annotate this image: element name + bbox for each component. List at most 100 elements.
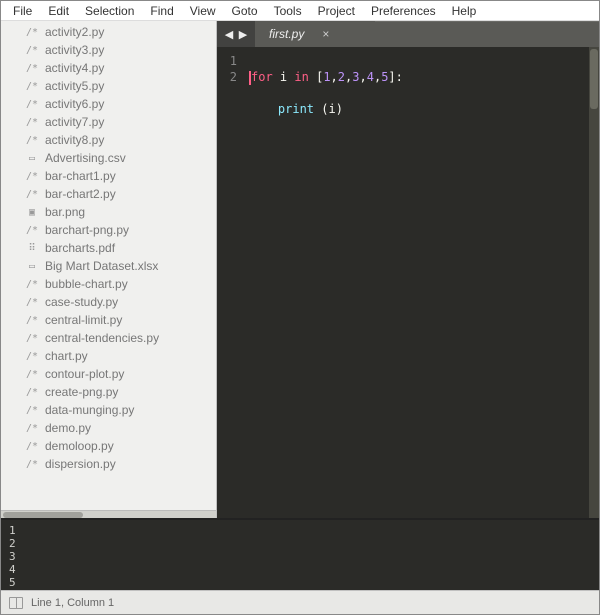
code-file-icon: /*	[25, 225, 39, 236]
file-label: barchart-png.py	[45, 223, 129, 237]
menu-tools[interactable]: Tools	[266, 2, 310, 20]
file-label: activity5.py	[45, 79, 104, 93]
menu-file[interactable]: File	[5, 2, 40, 20]
file-label: bar.png	[45, 205, 85, 219]
file-label: activity7.py	[45, 115, 104, 129]
file-item[interactable]: /* data-munging.py	[25, 401, 216, 419]
file-item[interactable]: ▭ Big Mart Dataset.xlsx	[25, 257, 216, 275]
code-file-icon: /*	[25, 387, 39, 398]
file-item[interactable]: /* bar-chart1.py	[25, 167, 216, 185]
code-file-icon: /*	[25, 459, 39, 470]
code-file-icon: /*	[25, 369, 39, 380]
cursor-position: Line 1, Column 1	[31, 597, 114, 609]
tab-bar-empty	[375, 21, 599, 47]
sidebar-scrollbar[interactable]	[1, 510, 216, 518]
menu-goto[interactable]: Goto	[224, 2, 266, 20]
code-file-icon: /*	[25, 135, 39, 146]
editor-area: ◀ ▶ first.py × 1 2 for i in [1,2,3,4,5]:…	[217, 21, 599, 518]
file-item[interactable]: ▣ bar.png	[25, 203, 216, 221]
file-label: case-study.py	[45, 295, 118, 309]
file-item[interactable]: /* demoloop.py	[25, 437, 216, 455]
img-file-icon: ▣	[25, 207, 39, 218]
file-label: chart.py	[45, 349, 88, 363]
code-file-icon: /*	[25, 315, 39, 326]
file-label: bar-chart1.py	[45, 169, 116, 183]
file-label: central-tendencies.py	[45, 331, 159, 345]
file-item[interactable]: /* create-png.py	[25, 383, 216, 401]
tab-back-icon[interactable]: ◀	[223, 28, 235, 41]
file-item[interactable]: /* activity3.py	[25, 41, 216, 59]
menu-project[interactable]: Project	[310, 2, 363, 20]
file-label: activity8.py	[45, 133, 104, 147]
file-item[interactable]: ⠿barcharts.pdf	[25, 239, 216, 257]
code-file-icon: /*	[25, 63, 39, 74]
code-file-icon: /*	[25, 81, 39, 92]
line-number: 1	[217, 53, 237, 69]
console-panel[interactable]: 1 2 3 4 5 [Finished in 6.5s]	[1, 518, 599, 590]
file-label: Advertising.csv	[45, 151, 126, 165]
code-file-icon: /*	[25, 333, 39, 344]
content-area: /*activity2.py/*activity3.py/*activity4.…	[1, 21, 599, 518]
file-item[interactable]: /*demo.py	[25, 419, 216, 437]
status-bar: Line 1, Column 1	[1, 590, 599, 614]
file-label: Big Mart Dataset.xlsx	[45, 259, 158, 273]
file-label: central-limit.py	[45, 313, 122, 327]
app-window: File Edit Selection Find View Goto Tools…	[0, 0, 600, 615]
code-file-icon: /*	[25, 45, 39, 56]
file-label: activity3.py	[45, 43, 104, 57]
file-label: data-munging.py	[45, 403, 134, 417]
tab-close-icon[interactable]: ×	[322, 27, 329, 41]
tab-nav: ◀ ▶	[217, 21, 255, 47]
tab-active[interactable]: first.py ×	[255, 21, 375, 47]
file-label: bubble-chart.py	[45, 277, 128, 291]
tab-title: first.py	[269, 27, 304, 41]
file-item[interactable]: /* activity5.py	[25, 77, 216, 95]
file-label: create-png.py	[45, 385, 118, 399]
tab-bar: ◀ ▶ first.py ×	[217, 21, 599, 47]
code-file-icon: /*	[25, 405, 39, 416]
file-item[interactable]: /* activity7.py	[25, 113, 216, 131]
menu-find[interactable]: Find	[142, 2, 181, 20]
bin-file-icon: ⠿	[25, 243, 39, 254]
panel-layout-icon[interactable]	[9, 597, 23, 609]
file-item[interactable]: /* barchart-png.py	[25, 221, 216, 239]
file-item[interactable]: /* chart.py	[25, 347, 216, 365]
menu-edit[interactable]: Edit	[40, 2, 77, 20]
file-item[interactable]: /* central-limit.py	[25, 311, 216, 329]
code-file-icon: /*	[25, 27, 39, 38]
gutter: 1 2	[217, 47, 245, 518]
file-item[interactable]: /*bubble-chart.py	[25, 275, 216, 293]
file-label: bar-chart2.py	[45, 187, 116, 201]
menu-help[interactable]: Help	[444, 2, 485, 20]
menu-preferences[interactable]: Preferences	[363, 2, 444, 20]
code-file-icon: /*	[25, 171, 39, 182]
doc-file-icon: ▭	[25, 261, 39, 272]
code-file-icon: /*	[25, 297, 39, 308]
file-item[interactable]: /*dispersion.py	[25, 455, 216, 473]
code-file-icon: /*	[25, 441, 39, 452]
code-file-icon: /*	[25, 351, 39, 362]
file-item[interactable]: /* activity8.py	[25, 131, 216, 149]
file-item[interactable]: ▭Advertising.csv	[25, 149, 216, 167]
code-file-icon: /*	[25, 189, 39, 200]
file-label: demoloop.py	[45, 439, 114, 453]
sidebar: /*activity2.py/*activity3.py/*activity4.…	[1, 21, 217, 518]
file-list[interactable]: /*activity2.py/*activity3.py/*activity4.…	[1, 21, 216, 510]
file-item[interactable]: /*contour-plot.py	[25, 365, 216, 383]
code-file-icon: /*	[25, 117, 39, 128]
tab-forward-icon[interactable]: ▶	[237, 28, 249, 41]
file-item[interactable]: /* bar-chart2.py	[25, 185, 216, 203]
line-number: 2	[217, 69, 237, 85]
editor-scrollbar[interactable]	[589, 47, 599, 518]
file-label: activity6.py	[45, 97, 104, 111]
file-item[interactable]: /* central-tendencies.py	[25, 329, 216, 347]
file-item[interactable]: /*activity2.py	[25, 23, 216, 41]
file-item[interactable]: /* case-study.py	[25, 293, 216, 311]
file-item[interactable]: /*activity4.py	[25, 59, 216, 77]
code-area[interactable]: 1 2 for i in [1,2,3,4,5]: print (i)	[217, 47, 599, 518]
menu-selection[interactable]: Selection	[77, 2, 142, 20]
code-file-icon: /*	[25, 423, 39, 434]
file-item[interactable]: /*activity6.py	[25, 95, 216, 113]
menu-view[interactable]: View	[182, 2, 224, 20]
code-text[interactable]: for i in [1,2,3,4,5]: print (i)	[245, 47, 599, 518]
